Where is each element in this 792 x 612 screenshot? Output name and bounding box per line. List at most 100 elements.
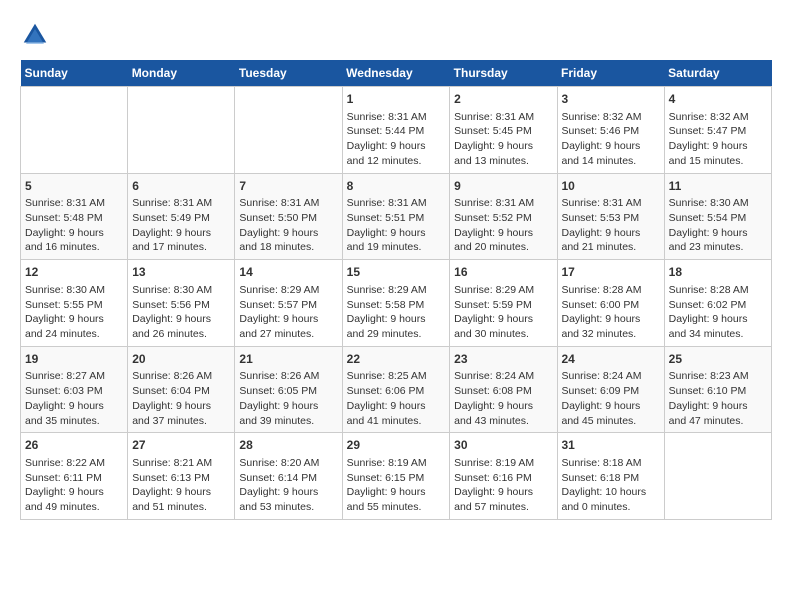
calendar-cell: 13 Sunrise: 8:30 AMSunset: 5:56 PMDayligh… (128, 260, 235, 347)
calendar-cell: 10Sunrise: 8:31 AMSunset: 5:53 PMDayligh… (557, 173, 664, 260)
day-number: 7 (239, 178, 337, 195)
day-info: Sunrise: 8:30 AMSunset: 5:56 PMDaylight:… (132, 283, 230, 342)
day-info: Sunrise: 8:20 AMSunset: 6:14 PMDaylight:… (239, 456, 337, 515)
logo-icon (20, 20, 50, 50)
day-header-thursday: Thursday (450, 60, 557, 87)
calendar-cell: 1 Sunrise: 8:31 AMSunset: 5:44 PMDaylight… (342, 87, 450, 174)
day-header-monday: Monday (128, 60, 235, 87)
week-row-4: 19Sunrise: 8:27 AMSunset: 6:03 PMDayligh… (21, 346, 772, 433)
day-info: Sunrise: 8:31 AMSunset: 5:48 PMDaylight:… (25, 196, 123, 255)
calendar-cell: 14 Sunrise: 8:29 AMSunset: 5:57 PMDayligh… (235, 260, 342, 347)
calendar-cell: 28 Sunrise: 8:20 AMSunset: 6:14 PMDayligh… (235, 433, 342, 520)
calendar-cell: 26Sunrise: 8:22 AMSunset: 6:11 PMDayligh… (21, 433, 128, 520)
day-header-friday: Friday (557, 60, 664, 87)
day-info: Sunrise: 8:23 AMSunset: 6:10 PMDaylight:… (669, 369, 767, 428)
header (20, 20, 772, 50)
calendar-cell: 30 Sunrise: 8:19 AMSunset: 6:16 PMDayligh… (450, 433, 557, 520)
calendar-cell: 31 Sunrise: 8:18 AMSunset: 6:18 PMDayligh… (557, 433, 664, 520)
day-number: 23 (454, 351, 552, 368)
day-number: 28 (239, 437, 337, 454)
day-info: Sunrise: 8:30 AMSunset: 5:54 PMDaylight:… (669, 196, 767, 255)
day-info: Sunrise: 8:24 AMSunset: 6:08 PMDaylight:… (454, 369, 552, 428)
day-number: 18 (669, 264, 767, 281)
day-number: 2 (454, 91, 552, 108)
week-row-1: 1 Sunrise: 8:31 AMSunset: 5:44 PMDaylight… (21, 87, 772, 174)
day-number: 1 (347, 91, 446, 108)
day-info: Sunrise: 8:21 AMSunset: 6:13 PMDaylight:… (132, 456, 230, 515)
calendar-cell: 7Sunrise: 8:31 AMSunset: 5:50 PMDaylight… (235, 173, 342, 260)
day-number: 14 (239, 264, 337, 281)
day-info: Sunrise: 8:29 AMSunset: 5:59 PMDaylight:… (454, 283, 552, 342)
calendar-cell: 23Sunrise: 8:24 AMSunset: 6:08 PMDayligh… (450, 346, 557, 433)
day-info: Sunrise: 8:19 AMSunset: 6:15 PMDaylight:… (347, 456, 446, 515)
calendar-cell: 2 Sunrise: 8:31 AMSunset: 5:45 PMDaylight… (450, 87, 557, 174)
week-row-3: 12 Sunrise: 8:30 AMSunset: 5:55 PMDayligh… (21, 260, 772, 347)
day-header-wednesday: Wednesday (342, 60, 450, 87)
day-header-saturday: Saturday (664, 60, 771, 87)
day-number: 5 (25, 178, 123, 195)
calendar-cell: 29 Sunrise: 8:19 AMSunset: 6:15 PMDayligh… (342, 433, 450, 520)
logo (20, 20, 56, 50)
days-header-row: SundayMondayTuesdayWednesdayThursdayFrid… (21, 60, 772, 87)
calendar-cell (21, 87, 128, 174)
day-number: 6 (132, 178, 230, 195)
day-number: 20 (132, 351, 230, 368)
day-header-sunday: Sunday (21, 60, 128, 87)
day-number: 15 (347, 264, 446, 281)
calendar-table: SundayMondayTuesdayWednesdayThursdayFrid… (20, 60, 772, 520)
calendar-cell: 4Sunrise: 8:32 AMSunset: 5:47 PMDaylight… (664, 87, 771, 174)
day-info: Sunrise: 8:30 AMSunset: 5:55 PMDaylight:… (25, 283, 123, 342)
calendar-cell (128, 87, 235, 174)
calendar-cell: 22Sunrise: 8:25 AMSunset: 6:06 PMDayligh… (342, 346, 450, 433)
day-number: 3 (562, 91, 660, 108)
day-info: Sunrise: 8:31 AMSunset: 5:53 PMDaylight:… (562, 196, 660, 255)
calendar-cell: 20Sunrise: 8:26 AMSunset: 6:04 PMDayligh… (128, 346, 235, 433)
day-info: Sunrise: 8:28 AMSunset: 6:00 PMDaylight:… (562, 283, 660, 342)
day-info: Sunrise: 8:31 AMSunset: 5:52 PMDaylight:… (454, 196, 552, 255)
day-number: 17 (562, 264, 660, 281)
calendar-cell: 11Sunrise: 8:30 AMSunset: 5:54 PMDayligh… (664, 173, 771, 260)
day-number: 27 (132, 437, 230, 454)
day-info: Sunrise: 8:26 AMSunset: 6:04 PMDaylight:… (132, 369, 230, 428)
day-info: Sunrise: 8:32 AMSunset: 5:46 PMDaylight:… (562, 110, 660, 169)
day-number: 16 (454, 264, 552, 281)
day-info: Sunrise: 8:31 AMSunset: 5:51 PMDaylight:… (347, 196, 446, 255)
day-info: Sunrise: 8:28 AMSunset: 6:02 PMDaylight:… (669, 283, 767, 342)
calendar-cell: 15Sunrise: 8:29 AMSunset: 5:58 PMDayligh… (342, 260, 450, 347)
day-number: 11 (669, 178, 767, 195)
week-row-5: 26Sunrise: 8:22 AMSunset: 6:11 PMDayligh… (21, 433, 772, 520)
day-number: 22 (347, 351, 446, 368)
day-number: 13 (132, 264, 230, 281)
calendar-cell: 5Sunrise: 8:31 AMSunset: 5:48 PMDaylight… (21, 173, 128, 260)
day-header-tuesday: Tuesday (235, 60, 342, 87)
calendar-cell: 24Sunrise: 8:24 AMSunset: 6:09 PMDayligh… (557, 346, 664, 433)
day-number: 4 (669, 91, 767, 108)
day-info: Sunrise: 8:29 AMSunset: 5:57 PMDaylight:… (239, 283, 337, 342)
day-info: Sunrise: 8:31 AMSunset: 5:50 PMDaylight:… (239, 196, 337, 255)
day-number: 31 (562, 437, 660, 454)
day-number: 12 (25, 264, 123, 281)
calendar-cell (235, 87, 342, 174)
calendar-cell: 3 Sunrise: 8:32 AMSunset: 5:46 PMDaylight… (557, 87, 664, 174)
day-number: 29 (347, 437, 446, 454)
calendar-cell: 9Sunrise: 8:31 AMSunset: 5:52 PMDaylight… (450, 173, 557, 260)
day-info: Sunrise: 8:22 AMSunset: 6:11 PMDaylight:… (25, 456, 123, 515)
day-info: Sunrise: 8:19 AMSunset: 6:16 PMDaylight:… (454, 456, 552, 515)
day-info: Sunrise: 8:27 AMSunset: 6:03 PMDaylight:… (25, 369, 123, 428)
day-number: 8 (347, 178, 446, 195)
day-number: 24 (562, 351, 660, 368)
day-info: Sunrise: 8:31 AMSunset: 5:45 PMDaylight:… (454, 110, 552, 169)
calendar-cell: 8Sunrise: 8:31 AMSunset: 5:51 PMDaylight… (342, 173, 450, 260)
week-row-2: 5Sunrise: 8:31 AMSunset: 5:48 PMDaylight… (21, 173, 772, 260)
day-number: 25 (669, 351, 767, 368)
day-number: 9 (454, 178, 552, 195)
calendar-cell: 21Sunrise: 8:26 AMSunset: 6:05 PMDayligh… (235, 346, 342, 433)
day-info: Sunrise: 8:31 AMSunset: 5:44 PMDaylight:… (347, 110, 446, 169)
day-info: Sunrise: 8:18 AMSunset: 6:18 PMDaylight:… (562, 456, 660, 515)
day-info: Sunrise: 8:24 AMSunset: 6:09 PMDaylight:… (562, 369, 660, 428)
calendar-cell: 19Sunrise: 8:27 AMSunset: 6:03 PMDayligh… (21, 346, 128, 433)
calendar-cell: 12 Sunrise: 8:30 AMSunset: 5:55 PMDayligh… (21, 260, 128, 347)
day-number: 30 (454, 437, 552, 454)
calendar-cell: 18 Sunrise: 8:28 AMSunset: 6:02 PMDayligh… (664, 260, 771, 347)
calendar-cell: 25Sunrise: 8:23 AMSunset: 6:10 PMDayligh… (664, 346, 771, 433)
